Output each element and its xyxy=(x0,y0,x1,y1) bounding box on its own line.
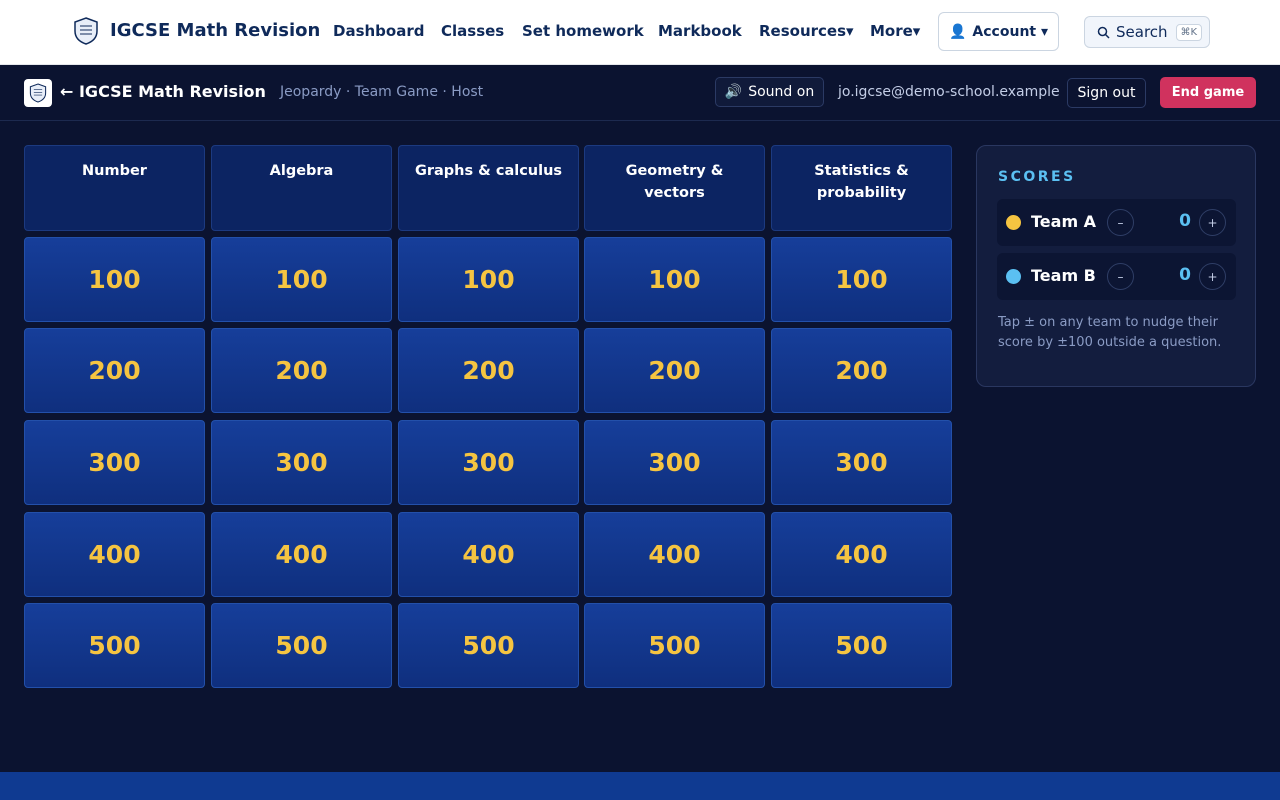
nav-link-more[interactable]: More▾ xyxy=(870,22,920,40)
clue-number-100[interactable]: 100 xyxy=(24,237,205,322)
category-graphs-calculus: Graphs & calculus xyxy=(398,145,579,231)
clue-geometry-400[interactable]: 400 xyxy=(584,512,765,597)
clue-graphs-400[interactable]: 400 xyxy=(398,512,579,597)
category-algebra: Algebra xyxy=(211,145,392,231)
team-b-score: 0 xyxy=(1179,265,1191,285)
nav-link-set-homework[interactable]: Set homework xyxy=(522,22,644,40)
clue-graphs-200[interactable]: 200 xyxy=(398,328,579,413)
team-row-b: Team B – 0 + xyxy=(997,253,1236,300)
top-nav: IGCSE Math Revision Dashboard Classes Se… xyxy=(0,0,1280,65)
team-b-minus-button[interactable]: – xyxy=(1107,263,1134,290)
category-number: Number xyxy=(24,145,205,231)
clue-algebra-200[interactable]: 200 xyxy=(211,328,392,413)
game-subtitle: Jeopardy · Team Game · Host xyxy=(280,84,484,100)
clue-algebra-400[interactable]: 400 xyxy=(211,512,392,597)
team-a-minus-button[interactable]: – xyxy=(1107,209,1134,236)
team-a-score: 0 xyxy=(1179,211,1191,231)
team-color-dot xyxy=(1006,269,1021,284)
school-crest-icon xyxy=(29,83,47,103)
game-header: ← IGCSE Math Revision Jeopardy · Team Ga… xyxy=(0,65,1280,121)
crest-logo xyxy=(24,79,52,107)
clue-number-300[interactable]: 300 xyxy=(24,420,205,505)
sign-out-button[interactable]: Sign out xyxy=(1067,78,1146,108)
clue-algebra-300[interactable]: 300 xyxy=(211,420,392,505)
search-icon xyxy=(1097,26,1110,39)
jeopardy-board: Number Algebra Graphs & calculus Geometr… xyxy=(24,145,952,689)
clue-number-500[interactable]: 500 xyxy=(24,603,205,688)
account-button[interactable]: 👤 Account ▾ xyxy=(938,12,1059,51)
nav-link-markbook[interactable]: Markbook xyxy=(658,22,742,40)
search-label: Search xyxy=(1116,23,1168,41)
clue-algebra-500[interactable]: 500 xyxy=(211,603,392,688)
search-shortcut: ⌘K xyxy=(1175,23,1203,41)
clue-geometry-100[interactable]: 100 xyxy=(584,237,765,322)
user-icon: 👤 xyxy=(948,23,967,40)
account-label: Account ▾ xyxy=(972,23,1048,40)
clue-statistics-200[interactable]: 200 xyxy=(771,328,952,413)
team-row-a: Team A – 0 + xyxy=(997,199,1236,246)
category-statistics-probability: Statistics & probability xyxy=(771,145,952,231)
category-geometry-vectors: Geometry & vectors xyxy=(584,145,765,231)
clue-statistics-400[interactable]: 400 xyxy=(771,512,952,597)
clue-graphs-100[interactable]: 100 xyxy=(398,237,579,322)
scores-panel: SCORES Team A – 0 + Team B – 0 + Tap ± o… xyxy=(976,145,1256,387)
back-link[interactable]: ← IGCSE Math Revision xyxy=(60,82,266,101)
team-a-plus-button[interactable]: + xyxy=(1199,209,1226,236)
team-color-dot xyxy=(1006,215,1021,230)
clue-number-400[interactable]: 400 xyxy=(24,512,205,597)
clue-graphs-500[interactable]: 500 xyxy=(398,603,579,688)
team-name: Team B xyxy=(1031,266,1096,285)
nav-link-dashboard[interactable]: Dashboard xyxy=(333,22,424,40)
clue-number-200[interactable]: 200 xyxy=(24,328,205,413)
brand-title[interactable]: IGCSE Math Revision xyxy=(110,20,320,41)
clue-statistics-500[interactable]: 500 xyxy=(771,603,952,688)
sound-toggle-button[interactable]: 🔊 Sound on xyxy=(715,77,824,107)
clue-geometry-300[interactable]: 300 xyxy=(584,420,765,505)
scores-title: SCORES xyxy=(998,169,1076,185)
clue-statistics-100[interactable]: 100 xyxy=(771,237,952,322)
clue-geometry-500[interactable]: 500 xyxy=(584,603,765,688)
search-button[interactable]: Search ⌘K xyxy=(1084,16,1210,48)
clue-algebra-100[interactable]: 100 xyxy=(211,237,392,322)
clue-statistics-300[interactable]: 300 xyxy=(771,420,952,505)
clue-graphs-300[interactable]: 300 xyxy=(398,420,579,505)
school-crest-icon[interactable] xyxy=(73,17,99,45)
speaker-icon: 🔊 xyxy=(724,84,743,100)
team-b-plus-button[interactable]: + xyxy=(1199,263,1226,290)
sound-label: Sound on xyxy=(748,84,815,100)
end-game-button[interactable]: End game xyxy=(1160,77,1256,108)
footer-band xyxy=(0,772,1280,800)
nav-link-resources[interactable]: Resources▾ xyxy=(759,22,854,40)
clue-geometry-200[interactable]: 200 xyxy=(584,328,765,413)
team-name: Team A xyxy=(1031,212,1097,231)
user-email: jo.igcse@demo-school.example xyxy=(838,84,1060,100)
scores-hint: Tap ± on any team to nudge their score b… xyxy=(998,315,1222,350)
nav-link-classes[interactable]: Classes xyxy=(441,22,504,40)
